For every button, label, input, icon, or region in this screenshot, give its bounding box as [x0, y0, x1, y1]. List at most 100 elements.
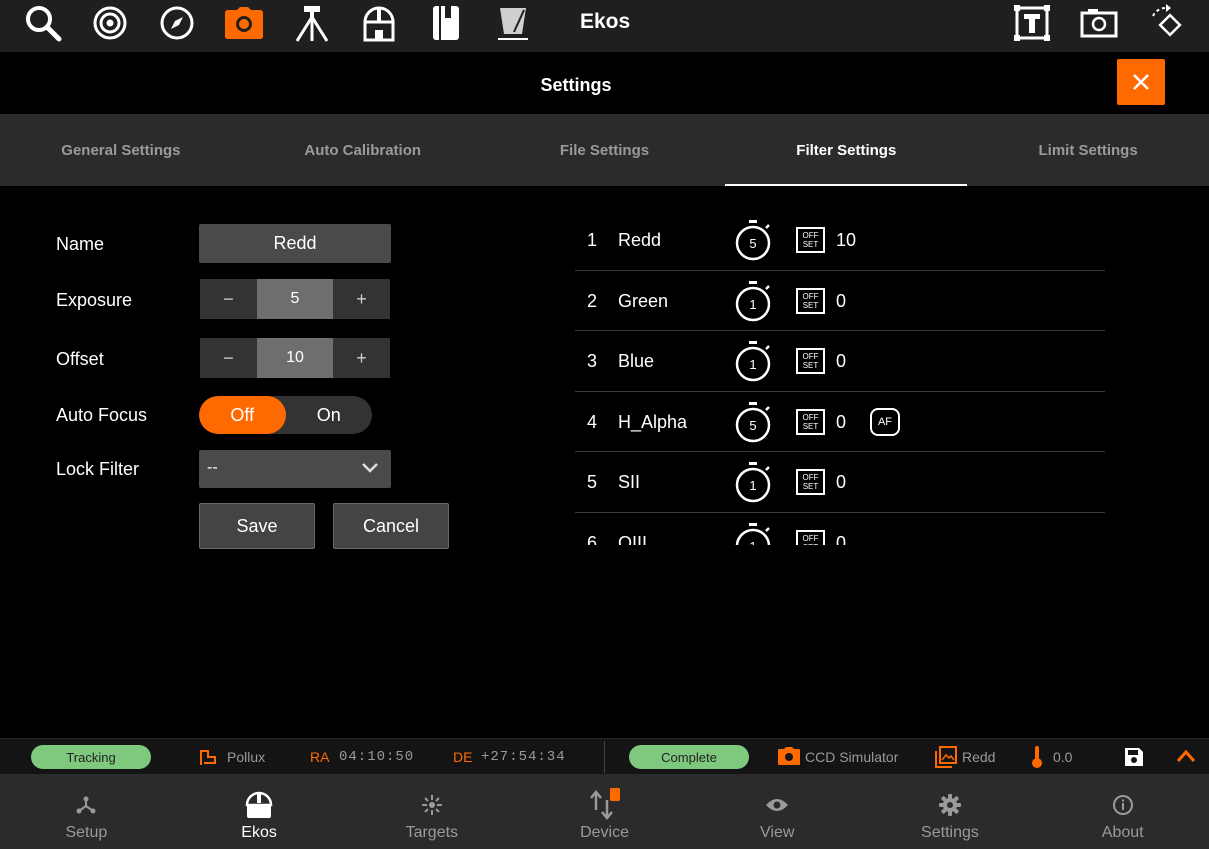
camera-icon[interactable]: [221, 2, 267, 44]
autofocus-on-option[interactable]: On: [286, 396, 373, 434]
stopwatch-icon: 1: [735, 341, 771, 382]
observatory-dome-icon[interactable]: [356, 2, 402, 44]
target-icon[interactable]: [87, 2, 133, 44]
nav-setup[interactable]: Setup: [0, 774, 173, 849]
rotate-icon[interactable]: [1143, 2, 1189, 44]
offset-decrement-button[interactable]: −: [200, 338, 257, 378]
target-flag-icon: [200, 750, 216, 765]
filter-exposure: 5: [749, 418, 756, 433]
filter-exposure: 1: [749, 357, 756, 372]
search-icon[interactable]: [20, 2, 66, 44]
filter-row[interactable]: 3 Blue 1 OFF SET 0: [575, 331, 1105, 392]
settings-gear-icon: [938, 794, 961, 816]
nav-about[interactable]: About: [1036, 774, 1209, 849]
offset-icon: OFFSET: [796, 408, 825, 435]
autofocus-label: Auto Focus: [56, 405, 148, 425]
settings-header: Settings: [0, 52, 1209, 114]
filter-list: 1 Redd 5 OFF SET 10 2 Green 1 OFF SET 0 3 …: [575, 210, 1105, 545]
text-frame-icon[interactable]: [1009, 2, 1055, 44]
save-icon[interactable]: [1124, 747, 1144, 767]
settings-tabs: General Settings Auto Calibration File S…: [0, 114, 1209, 186]
filter-offset: 0: [836, 532, 847, 546]
setup-icon: [76, 796, 96, 814]
filter-name: OIII: [618, 532, 648, 546]
filter-row[interactable]: 1 Redd 5 OFF SET 10: [575, 210, 1105, 271]
settings-title: Settings: [540, 75, 612, 95]
status-bar: Tracking Pollux RA 04:10:50 DE +27:54:34…: [0, 738, 1209, 774]
nav-label: Settings: [921, 824, 979, 841]
top-toolbar: Ekos: [0, 0, 1209, 52]
filter-name: SII: [618, 472, 641, 492]
exposure-increment-button[interactable]: +: [333, 279, 390, 319]
filter-index: 6: [587, 532, 598, 546]
chevron-down-icon: [362, 463, 378, 473]
telescope-tripod-icon[interactable]: [289, 2, 335, 44]
tab-file-settings[interactable]: File Settings: [484, 114, 726, 186]
bottom-nav: Setup Ekos Targets Device View Settings …: [0, 774, 1209, 849]
tab-limit-settings[interactable]: Limit Settings: [967, 114, 1209, 186]
autofocus-badge: AF: [870, 407, 900, 436]
offset-value[interactable]: 10: [257, 338, 333, 378]
filter-offset: 10: [836, 230, 857, 250]
filter-row[interactable]: 5 SII 1 OFF SET 0: [575, 452, 1105, 513]
ra-value: 04:10:50: [339, 749, 415, 765]
nav-settings[interactable]: Settings: [864, 774, 1037, 849]
nav-targets[interactable]: Targets: [345, 774, 518, 849]
close-button[interactable]: [1117, 59, 1165, 105]
nav-label: Device: [580, 824, 629, 841]
exposure-value[interactable]: 5: [257, 279, 333, 319]
tab-filter-settings[interactable]: Filter Settings: [725, 114, 967, 186]
filter-name: H_Alpha: [618, 411, 688, 432]
filter-row[interactable]: 2 Green 1 OFF SET 0: [575, 271, 1105, 331]
autofocus-toggle[interactable]: Off On: [199, 396, 372, 434]
chevron-up-icon[interactable]: [1176, 749, 1196, 763]
filter-row[interactable]: 4 H_Alpha 5 OFF SET 0 AF: [575, 392, 1105, 452]
compass-icon[interactable]: [154, 2, 200, 44]
filter-index: 1: [587, 230, 598, 250]
temperature-value: 0.0: [1053, 749, 1073, 765]
offset-label: Offset: [56, 349, 104, 369]
filter-name: Redd: [618, 230, 662, 250]
filter-index: 4: [587, 411, 598, 432]
filter-exposure: 1: [749, 539, 756, 546]
nav-ekos[interactable]: Ekos: [173, 774, 346, 849]
device-icon: [589, 788, 620, 820]
mount-status-badge: Tracking: [31, 745, 151, 769]
frame-icon[interactable]: [1076, 2, 1122, 44]
filter-name: Green: [618, 290, 669, 311]
name-label: Name: [56, 234, 105, 254]
stopwatch-icon: 1: [735, 280, 771, 321]
autofocus-off-option[interactable]: Off: [199, 396, 286, 434]
cancel-button[interactable]: Cancel: [333, 503, 449, 549]
offset-increment-button[interactable]: +: [333, 338, 390, 378]
lockfilter-label: Lock Filter: [56, 459, 140, 479]
filter-name: Blue: [618, 351, 655, 371]
nav-label: Setup: [65, 824, 108, 841]
lockfilter-select[interactable]: --: [199, 450, 391, 488]
filter-row[interactable]: 6 OIII 1 OFFSET 0: [575, 513, 1105, 546]
lockfilter-value: --: [207, 459, 218, 476]
notebook-icon[interactable]: [423, 2, 469, 44]
filter-offset: 0: [836, 290, 847, 311]
filter-offset: 0: [836, 411, 847, 432]
nav-label: About: [1101, 824, 1144, 841]
thermometer-icon: [1032, 746, 1042, 768]
nav-view[interactable]: View: [691, 774, 864, 849]
nav-device[interactable]: Device: [518, 774, 691, 849]
save-button[interactable]: Save: [199, 503, 315, 549]
view-eye-icon: [766, 799, 789, 811]
nav-label: Ekos: [241, 824, 277, 841]
stopwatch-icon: 5: [735, 401, 771, 442]
exposure-decrement-button[interactable]: −: [200, 279, 257, 319]
tab-auto-calibration[interactable]: Auto Calibration: [242, 114, 484, 186]
tab-general-settings[interactable]: General Settings: [0, 114, 242, 186]
filter-wheel-icon[interactable]: [490, 2, 536, 44]
camera-name: CCD Simulator: [805, 749, 899, 765]
filter-exposure: 1: [749, 478, 756, 493]
name-field[interactable]: Redd: [199, 224, 391, 263]
stopwatch-icon: 1: [735, 522, 771, 546]
offset-stepper: − 10 +: [200, 338, 390, 378]
stopwatch-icon: 1: [735, 462, 771, 503]
exposure-stepper: − 5 +: [200, 279, 390, 319]
target-name: Pollux: [227, 749, 266, 765]
